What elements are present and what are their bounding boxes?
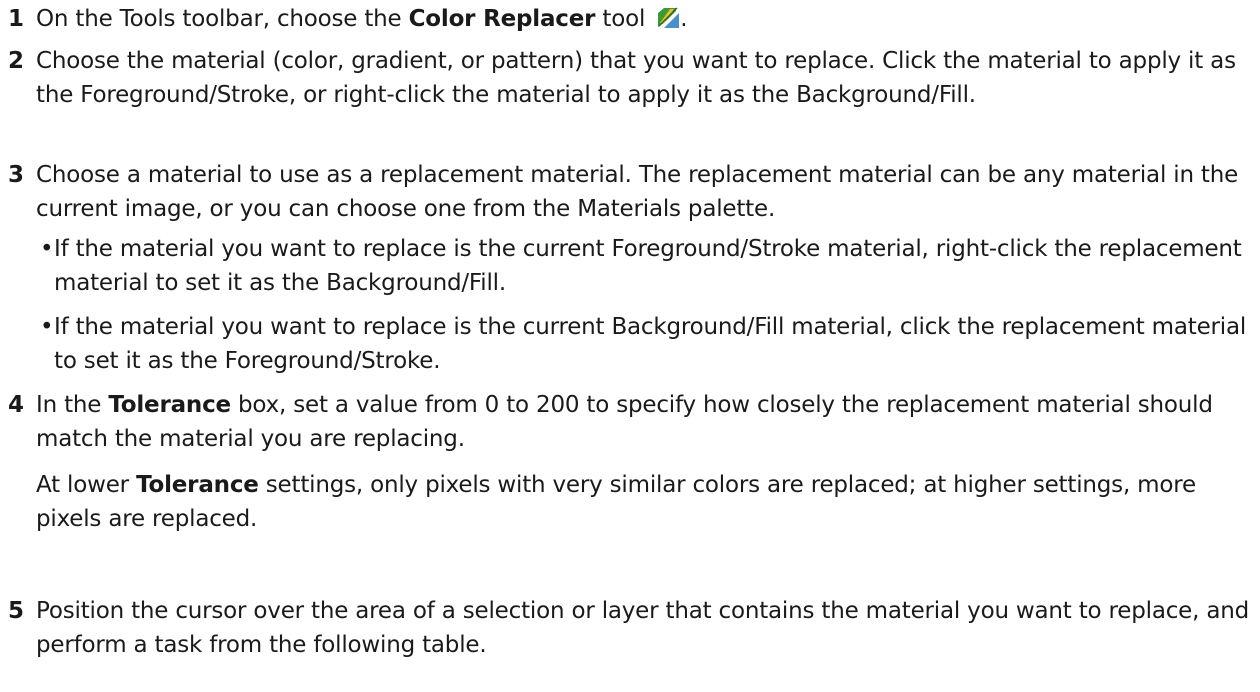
step-number: 1	[8, 6, 25, 32]
step-4: 4 In the Tolerance box, set a value from…	[0, 388, 1260, 576]
step-1: 1 On the Tools toolbar, choose the Color…	[0, 2, 1260, 38]
instructions-page: 1 On the Tools toolbar, choose the Color…	[0, 0, 1260, 692]
step-text-pre: On the Tools toolbar, choose the	[36, 6, 409, 32]
bullet-icon: •	[40, 314, 54, 340]
note-text-pre: At lower	[36, 472, 137, 498]
step-number: 3	[8, 162, 25, 188]
step-paragraph: Position the cursor over the area of a s…	[36, 598, 1250, 658]
step-text: Position the cursor over the area of a s…	[36, 594, 1252, 662]
step-number: 4	[8, 392, 25, 418]
bullet-text: If the material you want to replace is t…	[54, 236, 1242, 296]
step-number: 2	[8, 48, 25, 74]
field-name: Tolerance	[136, 472, 259, 498]
step-paragraph: Choose the material (color, gradient, or…	[36, 48, 1236, 108]
step-text-pre: In the	[36, 392, 109, 418]
bullet-list: • If the material you want to replace is …	[36, 232, 1252, 378]
step-text-post: tool	[595, 6, 646, 32]
list-item: • If the material you want to replace is …	[36, 310, 1252, 378]
step-text-end: .	[680, 6, 688, 32]
step-text: In the Tolerance box, set a value from 0…	[36, 388, 1252, 536]
tool-name: Color Replacer	[408, 6, 596, 32]
step-number: 5	[8, 598, 25, 624]
step-2: 2 Choose the material (color, gradient, …	[0, 44, 1260, 148]
field-name: Tolerance	[108, 392, 231, 418]
step-text: Choose the material (color, gradient, or…	[36, 44, 1252, 112]
color-replacer-icon	[656, 5, 680, 29]
list-item: • If the material you want to replace is …	[36, 232, 1252, 300]
bullet-icon: •	[40, 236, 54, 262]
step-text: Choose a material to use as a replacemen…	[36, 158, 1252, 388]
step-5: 5 Position the cursor over the area of a…	[0, 594, 1260, 674]
step-3: 3 Choose a material to use as a replacem…	[0, 158, 1260, 378]
bullet-text: If the material you want to replace is t…	[54, 314, 1247, 374]
step-paragraph: Choose a material to use as a replacemen…	[36, 162, 1239, 222]
step-text: On the Tools toolbar, choose the Color R…	[36, 2, 1252, 36]
